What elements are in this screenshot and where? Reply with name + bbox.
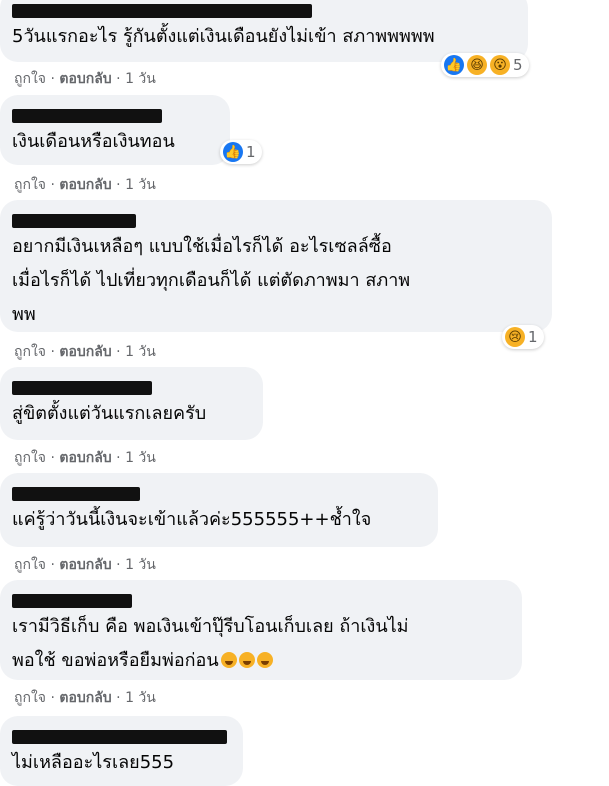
like-reaction-icon: 👍	[444, 55, 464, 75]
like-link[interactable]: ถูกใจ	[14, 177, 46, 193]
comment-bubble: เรามีวิธีเก็บ คือ พอเงินเข้าปุ๊รีบโอนเก็…	[0, 580, 522, 680]
reply-link[interactable]: ตอบกลับ	[59, 450, 111, 466]
reaction-count: 5	[513, 56, 523, 74]
separator: ·	[111, 71, 126, 87]
haha-reaction-icon: 😆	[467, 55, 487, 75]
separator: ·	[46, 557, 60, 573]
redacted-author-name	[12, 4, 312, 18]
redacted-author-name	[12, 214, 136, 228]
reply-link[interactable]: ตอบกลับ	[59, 690, 111, 706]
redacted-author-name	[12, 381, 152, 395]
comment-text: อยากมีเงินเหลือๆ แบบใช้เมื่อไรก็ได้ อะไร…	[12, 236, 411, 325]
comment-text: 5วันแรกอะไร รู้กันตั้งแต่เงินเดือนยังไม่…	[12, 26, 435, 47]
sad-reaction-icon: 😢	[505, 327, 525, 347]
separator: ·	[111, 344, 126, 360]
redacted-author-name	[12, 109, 162, 123]
laughing-emoji-icon	[256, 652, 273, 668]
separator: ·	[46, 344, 60, 360]
comment-actions: ถูกใจ · ตอบกลับ · 1 วัน	[14, 68, 156, 90]
reaction-summary[interactable]: 😢 1	[502, 325, 544, 349]
comment-bubble: อยากมีเงินเหลือๆ แบบใช้เมื่อไรก็ได้ อะไร…	[0, 200, 552, 332]
reaction-summary[interactable]: 👍 1	[220, 140, 262, 164]
comment-bubble: สู่ขิตตั้งแต่วันแรกเลยครับ	[0, 367, 263, 440]
laughing-emoji-icon	[238, 652, 255, 668]
like-link[interactable]: ถูกใจ	[14, 450, 46, 466]
separator: ·	[111, 557, 126, 573]
separator: ·	[111, 690, 126, 706]
reply-link[interactable]: ตอบกลับ	[59, 557, 111, 573]
separator: ·	[46, 71, 60, 87]
comment-actions: ถูกใจ · ตอบกลับ · 1 วัน	[14, 687, 156, 709]
comment-actions: ถูกใจ · ตอบกลับ · 1 วัน	[14, 554, 156, 576]
reaction-count: 1	[246, 143, 256, 161]
separator: ·	[46, 450, 60, 466]
timestamp[interactable]: 1 วัน	[125, 450, 156, 466]
timestamp[interactable]: 1 วัน	[125, 690, 156, 706]
comment-actions: ถูกใจ · ตอบกลับ · 1 วัน	[14, 341, 156, 363]
separator: ·	[111, 177, 126, 193]
reply-link[interactable]: ตอบกลับ	[59, 344, 111, 360]
reply-link[interactable]: ตอบกลับ	[59, 177, 111, 193]
redacted-author-name	[12, 730, 227, 744]
reply-link[interactable]: ตอบกลับ	[59, 71, 111, 87]
reaction-count: 1	[528, 328, 538, 346]
comment-text: ไม่เหลืออะไรเลย555	[12, 752, 175, 773]
comment-bubble: ไม่เหลืออะไรเลย555	[0, 716, 243, 786]
like-reaction-icon: 👍	[223, 142, 243, 162]
comment-text: สู่ขิตตั้งแต่วันแรกเลยครับ	[12, 403, 207, 424]
like-link[interactable]: ถูกใจ	[14, 557, 46, 573]
separator: ·	[46, 177, 60, 193]
redacted-author-name	[12, 487, 140, 501]
reaction-summary[interactable]: 👍 😆 😮 5	[441, 53, 529, 77]
timestamp[interactable]: 1 วัน	[125, 344, 156, 360]
comment-actions: ถูกใจ · ตอบกลับ · 1 วัน	[14, 447, 156, 469]
comment-text: แค่รู้ว่าวันนี้เงินจะเข้าแล้วค่ะ555555++…	[12, 509, 372, 530]
like-link[interactable]: ถูกใจ	[14, 344, 46, 360]
comment-text: เรามีวิธีเก็บ คือ พอเงินเข้าปุ๊รีบโอนเก็…	[12, 616, 409, 671]
separator: ·	[46, 690, 60, 706]
like-link[interactable]: ถูกใจ	[14, 690, 46, 706]
wow-reaction-icon: 😮	[490, 55, 510, 75]
comment-bubble: แค่รู้ว่าวันนี้เงินจะเข้าแล้วค่ะ555555++…	[0, 473, 438, 547]
timestamp[interactable]: 1 วัน	[125, 71, 156, 87]
separator: ·	[111, 450, 126, 466]
comment-text: เงินเดือนหรือเงินทอน	[12, 131, 175, 152]
redacted-author-name	[12, 594, 132, 608]
comment-bubble: เงินเดือนหรือเงินทอน	[0, 95, 230, 165]
timestamp[interactable]: 1 วัน	[125, 177, 156, 193]
comment-actions: ถูกใจ · ตอบกลับ · 1 วัน	[14, 174, 156, 196]
timestamp[interactable]: 1 วัน	[125, 557, 156, 573]
laughing-emoji-icon	[220, 652, 237, 668]
like-link[interactable]: ถูกใจ	[14, 71, 46, 87]
